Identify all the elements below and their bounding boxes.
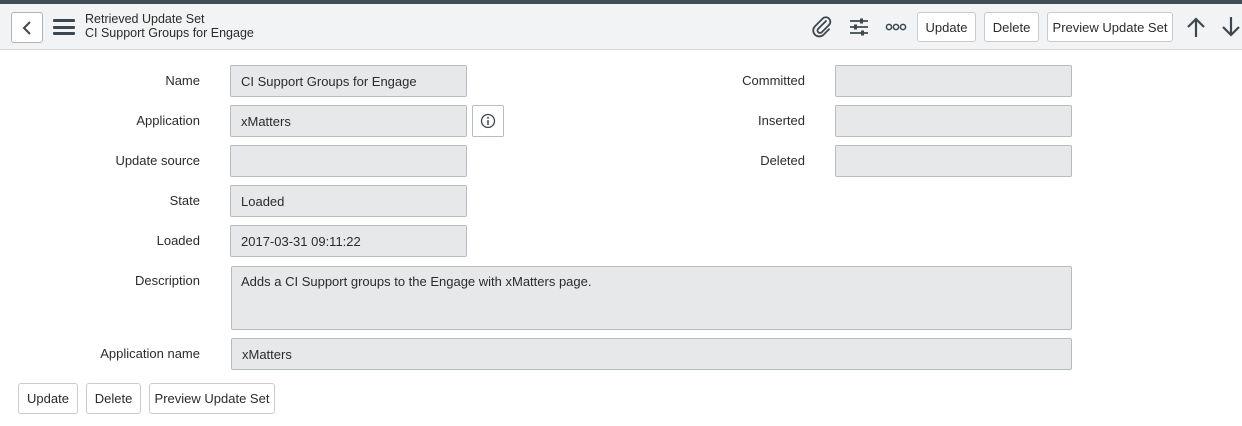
form-header: Retrieved Update Set CI Support Groups f… — [0, 4, 1242, 50]
update-source-field[interactable] — [230, 145, 467, 177]
footer-update-button[interactable]: Update — [18, 383, 78, 414]
application-info-button[interactable] — [472, 105, 504, 137]
form-title: Retrieved Update Set CI Support Groups f… — [85, 12, 254, 40]
application-name-field[interactable]: xMatters — [231, 338, 1072, 370]
application-name-label: Application name — [100, 346, 200, 361]
footer-delete-button[interactable]: Delete — [86, 383, 141, 414]
deleted-label: Deleted — [760, 153, 805, 168]
settings-sliders-icon[interactable] — [847, 15, 871, 39]
application-label: Application — [136, 113, 200, 128]
update-button[interactable]: Update — [917, 12, 976, 42]
back-icon — [22, 20, 31, 35]
delete-button[interactable]: Delete — [984, 12, 1039, 42]
loaded-field[interactable]: 2017-03-31 09:11:22 — [230, 225, 467, 257]
menu-icon[interactable] — [53, 17, 75, 37]
form-title-record: CI Support Groups for Engage — [85, 26, 254, 40]
info-icon — [480, 113, 496, 129]
application-field[interactable]: xMatters — [230, 105, 467, 137]
arrow-up-icon[interactable] — [1184, 14, 1208, 40]
inserted-field[interactable] — [835, 105, 1072, 137]
preview-update-set-button[interactable]: Preview Update Set — [1047, 12, 1173, 42]
deleted-field[interactable] — [835, 145, 1072, 177]
name-field[interactable]: CI Support Groups for Engage — [230, 65, 467, 97]
arrow-down-icon[interactable] — [1219, 14, 1242, 40]
back-button[interactable] — [11, 12, 43, 43]
loaded-label: Loaded — [156, 233, 200, 248]
committed-label: Committed — [742, 73, 805, 88]
more-options-icon[interactable] — [884, 17, 908, 37]
state-label: State — [169, 193, 200, 208]
inserted-label: Inserted — [758, 113, 805, 128]
description-label: Description — [134, 273, 200, 288]
description-field[interactable]: Adds a CI Support groups to the Engage w… — [231, 266, 1072, 330]
state-field[interactable]: Loaded — [230, 185, 467, 217]
footer-preview-update-set-button[interactable]: Preview Update Set — [149, 383, 275, 414]
committed-field[interactable] — [835, 65, 1072, 97]
name-label: Name — [165, 73, 200, 88]
paperclip-icon[interactable] — [810, 15, 834, 39]
update-source-label: Update source — [115, 153, 200, 168]
form-title-table: Retrieved Update Set — [85, 12, 205, 26]
